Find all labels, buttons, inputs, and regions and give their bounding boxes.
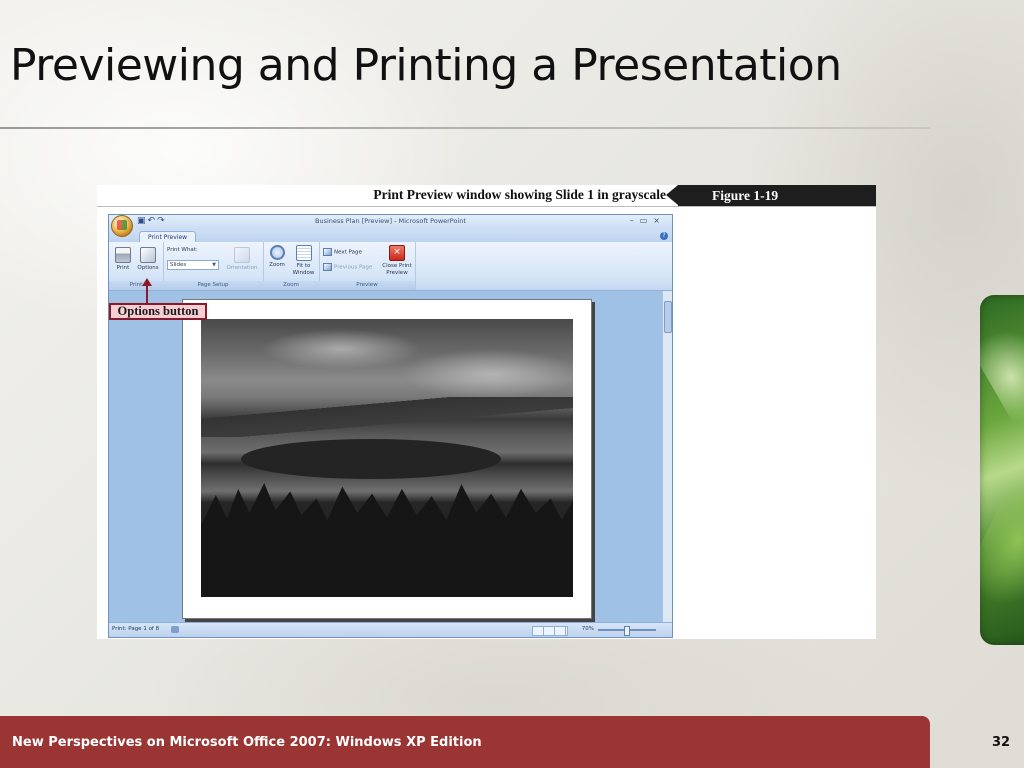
cloud-shape [401, 349, 573, 399]
window-title: Business Plan [Preview] - Microsoft Powe… [315, 217, 466, 225]
view-buttons[interactable] [532, 626, 568, 636]
trees-silhouette [201, 483, 573, 597]
group-page-setup: Print What: Slides ▼ Orientation Page Se… [163, 242, 264, 290]
options-icon [140, 247, 156, 263]
previous-page-label: Previous Page [334, 264, 373, 271]
orientation-button[interactable]: Orientation [223, 247, 261, 272]
next-page-button[interactable]: Next Page [323, 248, 362, 256]
vertical-scrollbar[interactable] [662, 291, 672, 623]
title-divider [0, 127, 930, 129]
options-button-label: Options [137, 265, 159, 271]
minimize-button[interactable]: – [630, 216, 640, 225]
ribbon: Print Options Print Print What: Slides ▼… [109, 242, 672, 291]
callout-arrow-icon [142, 278, 152, 286]
group-label-print: Print [109, 281, 163, 290]
group-label-preview: Preview [319, 281, 415, 290]
scrollbar-thumb[interactable] [664, 301, 672, 333]
window-controls: –▭× [630, 216, 666, 225]
powerpoint-window: ▣↶↷ Business Plan [Preview] - Microsoft … [108, 214, 673, 638]
previous-page-icon [323, 263, 332, 271]
preview-page [182, 299, 592, 619]
window-titlebar: ▣↶↷ Business Plan [Preview] - Microsoft … [109, 215, 672, 237]
orientation-icon [234, 247, 250, 263]
status-bar: Print: Page 1 of 8 70% [109, 622, 672, 637]
island-shape [241, 439, 501, 479]
cloud-shape [261, 329, 421, 369]
previous-page-button[interactable]: Previous Page [323, 263, 372, 271]
print-button[interactable]: Print [113, 247, 133, 272]
fit-to-window-button[interactable]: Fit to Window [290, 245, 317, 276]
next-page-label: Next Page [334, 249, 362, 256]
close-print-preview-button[interactable]: × Close Print Preview [381, 245, 413, 276]
zoom-button-label: Zoom [269, 262, 285, 268]
zoom-button[interactable]: Zoom [266, 245, 288, 269]
fit-to-window-label-1: Fit to [296, 263, 311, 269]
options-button[interactable]: Options [136, 247, 160, 272]
print-what-label: Print What: [167, 247, 198, 253]
preview-workspace [109, 291, 672, 623]
footer-text: New Perspectives on Microsoft Office 200… [12, 735, 482, 750]
help-icon[interactable]: ? [660, 232, 668, 240]
figure-caption: Print Preview window showing Slide 1 in … [373, 187, 666, 202]
spell-check-icon[interactable] [171, 626, 179, 633]
callout-pointer-line [146, 284, 148, 304]
print-what-value: Slides [170, 262, 187, 268]
slide-title: Previewing and Printing a Presentation [10, 40, 842, 91]
options-button-callout: Options button [109, 303, 207, 320]
figure-number: Figure 1-19 [666, 185, 876, 206]
chevron-down-icon: ▼ [212, 262, 216, 268]
maximize-button[interactable]: ▭ [640, 216, 654, 225]
orientation-button-label: Orientation [226, 265, 258, 271]
fit-to-window-label-2: Window [292, 269, 315, 276]
print-what-dropdown[interactable]: Slides ▼ [167, 260, 219, 270]
decorative-leaf-image [980, 295, 1024, 645]
zoom-slider[interactable] [598, 626, 656, 636]
group-print: Print Options Print [109, 242, 164, 290]
close-icon: × [389, 245, 405, 261]
slide-photo-grayscale [201, 319, 573, 597]
next-page-icon [323, 248, 332, 256]
close-window-button[interactable]: × [653, 216, 666, 225]
status-page-info: Print: Page 1 of 8 [112, 626, 160, 632]
group-preview: Next Page Previous Page × Close Print Pr… [319, 242, 416, 290]
slide-number: 32 [992, 735, 1011, 750]
zoom-percent[interactable]: 70% [582, 626, 594, 632]
close-preview-label-1: Close Print [382, 263, 412, 269]
figure-caption-bar: Print Preview window showing Slide 1 in … [97, 185, 876, 207]
fit-window-icon [295, 245, 312, 261]
group-label-page-setup: Page Setup [163, 281, 263, 290]
figure-screenshot: Print Preview window showing Slide 1 in … [97, 185, 876, 639]
magnifier-icon [269, 245, 285, 260]
ribbon-tab-row: Print Preview ? [109, 230, 672, 243]
group-zoom: Zoom Fit to Window Zoom [263, 242, 320, 290]
printer-icon [115, 247, 131, 263]
office-button-icon[interactable] [111, 215, 133, 237]
close-preview-label-2: Preview [386, 269, 408, 276]
print-button-label: Print [116, 265, 130, 271]
group-label-zoom: Zoom [263, 281, 319, 290]
hills-shape [201, 397, 573, 437]
